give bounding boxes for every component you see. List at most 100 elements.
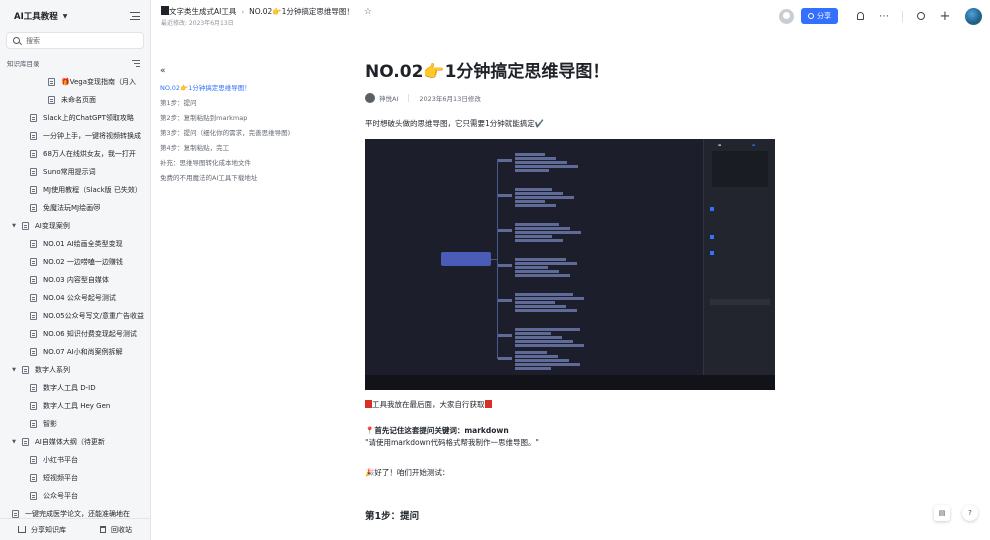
- help-icon[interactable]: ?: [962, 505, 978, 521]
- sidebar-folder[interactable]: ▼ 数字人系列: [0, 361, 150, 379]
- sidebar-doc-item[interactable]: 公众号平台: [0, 487, 150, 505]
- collapse-outline-icon[interactable]: «: [160, 66, 340, 76]
- chevron-down-icon[interactable]: ▼: [63, 13, 68, 20]
- mindmap-leaf: [515, 297, 584, 300]
- document-icon: [12, 510, 19, 518]
- more-options-icon[interactable]: ⋯: [878, 10, 890, 22]
- red-marker-icon: [484, 400, 492, 408]
- outline-item[interactable]: 第4步：复制粘贴，完工: [160, 141, 340, 156]
- celebrate-icon: 🎉: [365, 468, 375, 477]
- sidebar-item-label: NO.04 公众号起号测试: [43, 294, 116, 302]
- mindmap-leaf: [515, 301, 555, 304]
- sidebar-item-label: 公众号平台: [43, 492, 78, 500]
- author-avatar[interactable]: [365, 93, 375, 103]
- top-bar: 文字类生成式AI工具 › NO.02👉1分钟搞定思维导图！ ☆ 最近修改: 20…: [151, 0, 990, 32]
- outline-item[interactable]: 第2步：复制粘贴到markmap: [160, 111, 340, 126]
- doc-info-icon[interactable]: ▤: [934, 505, 950, 521]
- sidebar-item-label: NO.07 AI小和尚案例拆解: [43, 348, 123, 356]
- expand-caret-icon[interactable]: ▼: [10, 439, 18, 445]
- sidebar-doc-item[interactable]: NO.05公众号写文/意重广告收益: [0, 307, 150, 325]
- sidebar-doc-item[interactable]: 未命名页面: [0, 91, 150, 109]
- mindmap-leaf: [515, 363, 580, 366]
- mindmap-trunk: [497, 159, 498, 359]
- document-icon: [30, 330, 37, 338]
- mindmap-leaf: [515, 367, 551, 370]
- mindmap-leaf: [515, 305, 566, 308]
- notification-bell-icon[interactable]: [854, 10, 866, 22]
- sidebar-doc-item[interactable]: NO.03 内容型自媒体: [0, 271, 150, 289]
- step1-heading: 第1步：提问: [365, 511, 420, 522]
- mindmap-leaf: [515, 274, 570, 277]
- sidebar-search[interactable]: [6, 32, 144, 49]
- sidebar-doc-item[interactable]: 数字人工具 D-ID: [0, 379, 150, 397]
- header-actions: 分享 ⋯ +: [779, 7, 982, 25]
- share-kb-label: 分享知识库: [31, 525, 66, 534]
- outline-item[interactable]: 第1步：提问: [160, 96, 340, 111]
- document-icon: [48, 78, 55, 86]
- sidebar-folder[interactable]: ▼ AI自媒体大纲（待更新: [0, 433, 150, 451]
- start-paragraph: 🎉好了！咱们开始测试：: [365, 468, 450, 477]
- knowledge-base-title[interactable]: AI工具教程: [14, 10, 58, 22]
- sidebar-doc-item[interactable]: 短视频平台: [0, 469, 150, 487]
- mindmap-leaf: [515, 200, 545, 203]
- panel-tab: ▬: [718, 143, 722, 147]
- document-icon: [30, 402, 37, 410]
- share-button[interactable]: 分享: [801, 8, 838, 24]
- profile-avatar[interactable]: [965, 7, 982, 25]
- panel-checkbox: [710, 235, 714, 239]
- add-icon[interactable]: +: [939, 9, 951, 24]
- sidebar-doc-item[interactable]: NO.06 知识付费变现起号测试: [0, 325, 150, 343]
- sidebar-doc-item[interactable]: 一分钟上手，一键将视频转换成: [0, 127, 150, 145]
- expand-caret-icon[interactable]: ▼: [10, 367, 18, 373]
- share-button-label: 分享: [817, 13, 831, 20]
- mindmap-leaf: [515, 188, 552, 191]
- mindmap-leaf: [515, 351, 547, 354]
- mindmap-leaf: [515, 328, 580, 331]
- mindmap-branch: [498, 357, 512, 360]
- outline-item[interactable]: 补充：思维导图转化成本地文件: [160, 156, 340, 171]
- mindmap-branch: [498, 194, 512, 197]
- sidebar-doc-item[interactable]: NO.07 AI小和尚案例拆解: [0, 343, 150, 361]
- share-kb-button[interactable]: 分享知识库: [18, 525, 66, 535]
- search-icon[interactable]: [915, 10, 927, 22]
- doc-tree: 🎁Vega变现指南（月入 未命名页面 Slack上的ChatGPT领取攻略 一分钟上手…: [0, 73, 150, 533]
- author-name[interactable]: 神悦AI: [379, 93, 398, 103]
- sidebar-folder[interactable]: ▼ AI变现案例: [0, 217, 150, 235]
- sidebar-doc-item[interactable]: Slack上的ChatGPT领取攻略: [0, 109, 150, 127]
- outline-item[interactable]: 第3步：提问（细化你的需求，完善思维导图): [160, 126, 340, 141]
- trash-button[interactable]: 回收站: [100, 525, 132, 535]
- red-marker-icon: [365, 400, 372, 408]
- sidebar-item-label: 数字人工具 D-ID: [43, 384, 96, 392]
- sidebar-doc-item[interactable]: 免魔法玩MJ绘画😻: [0, 199, 150, 217]
- mindmap-leaf: [515, 161, 567, 164]
- sidebar-doc-item[interactable]: MJ使用教程（Slack版 已失效）: [0, 181, 150, 199]
- sidebar-doc-item[interactable]: 智影: [0, 415, 150, 433]
- sidebar-doc-item[interactable]: NO.01 AI绘画全类型变现: [0, 235, 150, 253]
- sidebar-doc-item[interactable]: 68万人在线烘女友，我一打开: [0, 145, 150, 163]
- breadcrumb: 文字类生成式AI工具 › NO.02👉1分钟搞定思维导图！ ☆: [169, 6, 372, 17]
- outline-item[interactable]: NO.02👉1分钟搞定思维导图！: [160, 81, 340, 96]
- sidebar-doc-item[interactable]: NO.02 一边唠嗑一边赚钱: [0, 253, 150, 271]
- sidebar-doc-item[interactable]: Suno常用提示词: [0, 163, 150, 181]
- outline-item[interactable]: 免费的不用魔法的AI工具下载地址: [160, 171, 340, 186]
- search-input[interactable]: [26, 36, 126, 45]
- collapse-sidebar-icon[interactable]: [128, 11, 140, 21]
- sidebar-doc-item[interactable]: 🎁Vega变现指南（月入: [0, 73, 150, 91]
- mindmap-leaf: [515, 235, 552, 238]
- doc-type-icon: [161, 6, 169, 15]
- sidebar-doc-item[interactable]: NO.04 公众号起号测试: [0, 289, 150, 307]
- sidebar-doc-item[interactable]: 小红书平台: [0, 451, 150, 469]
- expand-caret-icon[interactable]: ▼: [10, 223, 18, 229]
- filter-icon[interactable]: [132, 59, 140, 67]
- document-icon: [30, 348, 37, 356]
- user-avatar[interactable]: [779, 8, 794, 24]
- mindmap-leaf: [515, 223, 559, 226]
- mindmap-screenshot[interactable]: ▬ ▬: [365, 139, 775, 390]
- breadcrumb-parent[interactable]: 文字类生成式AI工具: [169, 6, 236, 17]
- mindmap-leaf: [515, 204, 556, 207]
- star-icon[interactable]: ☆: [364, 7, 372, 17]
- app-window: AI工具教程 ▼ 知识库目录 🎁Vega变现指南（月入未命名页面 Slack上的C…: [0, 0, 990, 540]
- sidebar-doc-item[interactable]: 数字人工具 Hey Gen: [0, 397, 150, 415]
- breadcrumb-current[interactable]: NO.02👉1分钟搞定思维导图！: [249, 6, 354, 17]
- sidebar-item-label: NO.03 内容型自媒体: [43, 276, 109, 284]
